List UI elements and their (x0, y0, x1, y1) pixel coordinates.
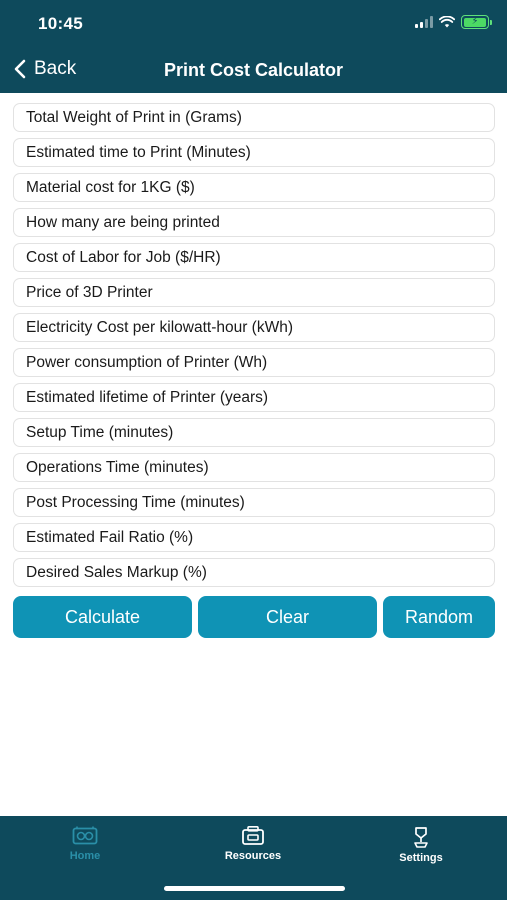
material-cost-input[interactable]: Material cost for 1KG ($) (13, 173, 495, 202)
tab-resources[interactable]: Resources (203, 826, 303, 862)
home-icon (72, 826, 98, 845)
battery-icon: ⚡ (461, 15, 492, 29)
status-time: 10:45 (38, 14, 83, 33)
tab-settings-label: Settings (399, 852, 443, 864)
action-buttons: Calculate Clear Random (13, 596, 495, 638)
printer-price-input[interactable]: Price of 3D Printer (13, 278, 495, 307)
navigation-header: 10:45 ⚡ Back Print Cost Calculator (0, 0, 507, 93)
weight-grams-input[interactable]: Total Weight of Print in (Grams) (13, 103, 495, 132)
calculator-form: Total Weight of Print in (Grams) Estimat… (13, 103, 495, 593)
operations-time-input[interactable]: Operations Time (minutes) (13, 453, 495, 482)
random-button[interactable]: Random (383, 596, 495, 638)
tab-resources-label: Resources (224, 850, 282, 862)
home-indicator[interactable] (164, 886, 345, 891)
setup-time-input[interactable]: Setup Time (minutes) (13, 418, 495, 447)
status-icons: ⚡ (415, 15, 492, 29)
quantity-input[interactable]: How many are being printed (13, 208, 495, 237)
calculate-button[interactable]: Calculate (13, 596, 192, 638)
power-consumption-input[interactable]: Power consumption of Printer (Wh) (13, 348, 495, 377)
tab-settings[interactable]: Settings (371, 826, 471, 864)
resources-icon (242, 826, 264, 845)
post-processing-time-input[interactable]: Post Processing Time (minutes) (13, 488, 495, 517)
sales-markup-input[interactable]: Desired Sales Markup (%) (13, 558, 495, 587)
print-time-input[interactable]: Estimated time to Print (Minutes) (13, 138, 495, 167)
settings-icon (414, 827, 428, 848)
electricity-cost-input[interactable]: Electricity Cost per kilowatt-hour (kWh) (13, 313, 495, 342)
fail-ratio-input[interactable]: Estimated Fail Ratio (%) (13, 523, 495, 552)
tab-home[interactable]: Home (35, 826, 135, 862)
clear-button[interactable]: Clear (198, 596, 377, 638)
cellular-signal-icon (415, 16, 433, 28)
printer-lifetime-input[interactable]: Estimated lifetime of Printer (years) (13, 383, 495, 412)
page-title: Print Cost Calculator (163, 60, 344, 80)
labor-cost-input[interactable]: Cost of Labor for Job ($/HR) (13, 243, 495, 272)
wifi-icon (439, 16, 455, 28)
tab-home-label: Home (69, 850, 101, 862)
